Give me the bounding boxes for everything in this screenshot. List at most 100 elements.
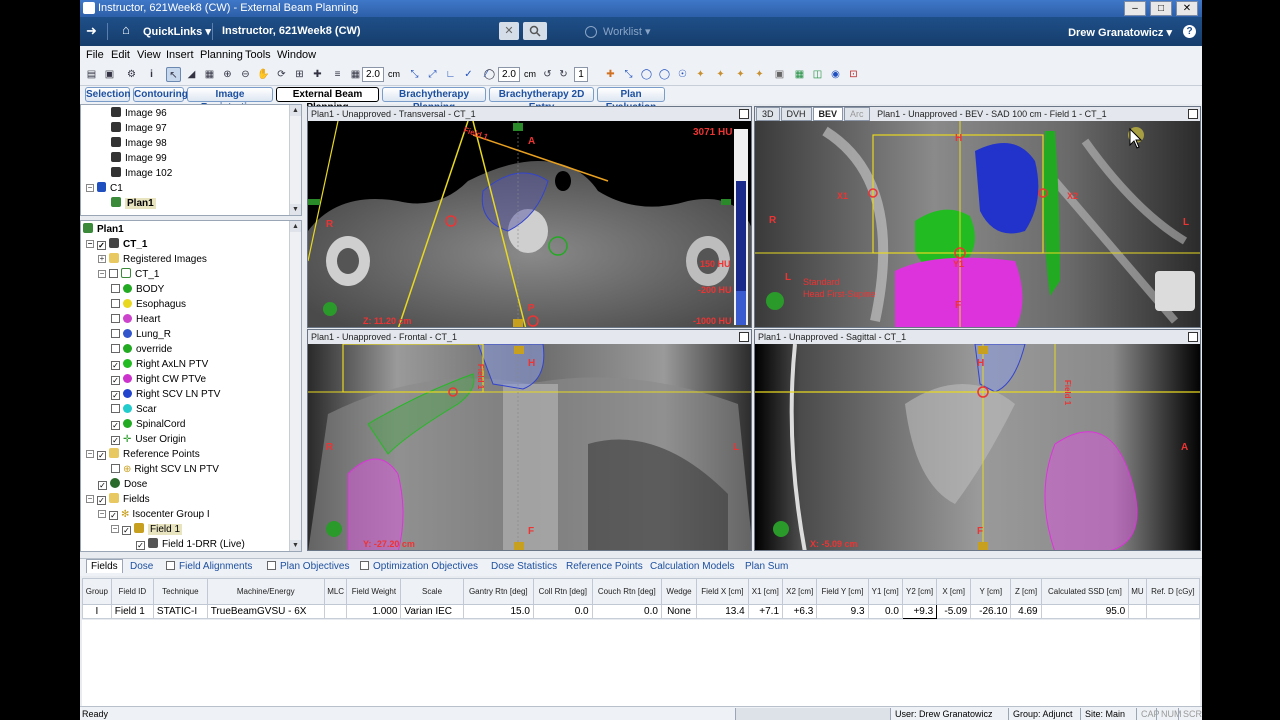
checkbox[interactable]: ✓ (97, 451, 106, 460)
table-row[interactable]: I Field 1 STATIC-I TrueBeamGVSU - 6X 1.000 Va… (82, 604, 1201, 619)
table-cell[interactable]: +9.3 (901, 604, 938, 619)
checkbox[interactable]: ✓ (109, 511, 118, 520)
block-icon[interactable]: ◯ (639, 67, 654, 82)
tree-item-field[interactable]: − ✓ Field 1 (111, 522, 183, 537)
tool-icon[interactable]: ✦ (693, 67, 708, 82)
column-header[interactable]: Y [cm] (970, 578, 1012, 605)
menu-edit[interactable]: Edit (111, 49, 130, 61)
column-header[interactable]: Field Y [cm] (816, 578, 869, 605)
expand-icon[interactable]: + (98, 255, 106, 263)
tree-item-reference-points[interactable]: − ✓ Reference Points (86, 447, 200, 462)
tree-item-structure[interactable]: Lung_R (111, 327, 171, 342)
3d-view-icon[interactable]: ◫ (810, 67, 825, 82)
measure-icon[interactable]: ▦ (202, 67, 217, 82)
tree-item-structure[interactable]: ✓ Right SCV LN PTV (111, 387, 220, 402)
collapse-icon[interactable]: − (86, 184, 94, 192)
scroll-up-icon[interactable]: ▲ (290, 221, 301, 232)
tab-dose[interactable]: Dose (130, 561, 153, 572)
eraser-icon[interactable]: ✦ (733, 67, 748, 82)
table-cell[interactable]: I (82, 604, 112, 619)
checkbox[interactable]: ✓ (111, 436, 120, 445)
zoom-in-icon[interactable]: ⊕ (220, 67, 235, 82)
tab-external-beam-planning[interactable]: External Beam Planning (276, 87, 379, 113)
structure-checkbox[interactable] (111, 329, 120, 338)
tree-item-plan[interactable]: Plan1 (111, 196, 156, 211)
menu-view[interactable]: View (137, 49, 161, 61)
checkbox[interactable]: ✓ (136, 541, 145, 550)
column-header[interactable]: MU (1128, 578, 1147, 605)
structure-checkbox[interactable] (111, 344, 120, 353)
help-icon[interactable]: ? (1183, 25, 1196, 38)
zoom-out-icon[interactable]: ⊖ (238, 67, 253, 82)
mlc-edit-icon[interactable]: ⤡ (621, 67, 636, 82)
scroll-down-icon[interactable]: ▼ (290, 204, 301, 215)
menu-planning[interactable]: Planning (200, 49, 243, 61)
worklist-menu[interactable]: Worklist ▾ (585, 25, 651, 39)
tree-item-reference-point[interactable]: ⊕ Right SCV LN PTV (111, 462, 219, 477)
tree-item-structure[interactable]: ✓ Right CW PTVe (111, 372, 206, 387)
column-header[interactable]: Y2 [cm] (901, 578, 938, 605)
tree-item-structure[interactable]: ✓ SpinalCord (111, 417, 185, 432)
table-cell[interactable]: 0.0 (591, 604, 662, 619)
select-pointer-icon[interactable]: ↖ (166, 67, 181, 82)
table-cell[interactable]: STATIC-I (152, 604, 208, 619)
collapse-icon[interactable]: − (86, 240, 94, 248)
tab-arc[interactable]: Arc (844, 107, 870, 121)
tab-plan-sum[interactable]: Plan Sum (745, 561, 788, 572)
brush-icon[interactable]: ✦ (713, 67, 728, 82)
table-cell[interactable]: 1.000 (346, 604, 402, 619)
checkbox[interactable]: ✓ (122, 526, 131, 535)
collapse-icon[interactable]: − (111, 525, 119, 533)
tree-item-structure-set[interactable]: − CT_1 (98, 267, 159, 282)
column-header[interactable]: Scale (400, 578, 464, 605)
structure-checkbox[interactable]: ✓ (111, 361, 120, 370)
tab-fields[interactable]: Fields (86, 559, 123, 573)
tab-selection[interactable]: Selection (85, 87, 130, 102)
tree-item-isocenter-group[interactable]: − ✓ ✻ Isocenter Group I (98, 507, 210, 522)
structure-checkbox[interactable] (111, 299, 120, 308)
tree-item-fields[interactable]: − ✓ Fields (86, 492, 150, 507)
tab-contouring[interactable]: Contouring (133, 87, 188, 102)
minimize-button[interactable]: – (1124, 1, 1146, 16)
undo-icon[interactable]: ↺ (540, 67, 555, 82)
table-cell[interactable]: 13.4 (696, 604, 749, 619)
tree-scrollbar[interactable]: ▲ ▼ (289, 221, 301, 551)
patient-label[interactable]: Instructor, 621Week8 (CW) (222, 25, 361, 37)
table-cell[interactable] (1128, 604, 1147, 619)
grid-icon[interactable]: ▦ (348, 67, 363, 82)
angle-icon[interactable]: ◯ (482, 67, 497, 82)
frontal-viewport[interactable]: Plan1 - Unapproved - Frontal - CT_1 H F … (307, 329, 752, 551)
table-cell[interactable]: 0.0 (532, 604, 593, 619)
rotate-icon[interactable]: ⟳ (274, 67, 289, 82)
settings-icon[interactable]: ⚙ (124, 67, 139, 82)
move-isocenter-icon[interactable]: ⤢ (425, 67, 440, 82)
zoom-fit-icon[interactable]: ⊞ (292, 67, 307, 82)
tree-item-ct[interactable]: − ✓ CT_1 (86, 237, 147, 252)
checkbox[interactable] (166, 561, 175, 570)
column-header[interactable]: Field ID (110, 578, 154, 605)
tree-item-registered-images[interactable]: + Registered Images (98, 252, 207, 267)
close-patient-button[interactable]: ✕ (499, 22, 519, 40)
shape-icon[interactable]: ✦ (752, 67, 767, 82)
tree-item-plan-root[interactable]: Plan1 (83, 222, 124, 237)
target-icon[interactable]: ☉ (675, 67, 690, 82)
column-header[interactable]: Y1 [cm] (867, 578, 903, 605)
column-header[interactable]: Ref. D [cGy] (1145, 578, 1201, 605)
ruler-icon[interactable]: ≡ (330, 67, 345, 82)
search-button[interactable] (523, 22, 547, 40)
close-window-button[interactable]: ✕ (1176, 1, 1198, 16)
column-header[interactable]: Coll Rtn [deg] (532, 578, 593, 605)
save-icon[interactable]: ▣ (102, 67, 117, 82)
tab-optimization-objectives[interactable]: Optimization Objectives (360, 561, 478, 572)
quicklinks-button[interactable]: QuickLinks ▾ (143, 25, 211, 38)
back-arrow-icon[interactable]: ➜ (86, 23, 97, 39)
rotate-gantry-icon[interactable]: ∟ (443, 67, 458, 82)
maximize-viewport-icon[interactable] (739, 332, 749, 342)
column-header[interactable]: Calculated SSD [cm] (1040, 578, 1130, 605)
column-header[interactable]: Technique (152, 578, 208, 605)
camera-icon[interactable]: ▣ (772, 67, 787, 82)
tab-image-registration[interactable]: Image Registration (187, 87, 273, 113)
grid-step-input[interactable]: 2.0 (362, 67, 384, 82)
fraction-input[interactable]: 1 (574, 67, 588, 82)
tree-item-image[interactable]: Image 97 (111, 121, 167, 136)
